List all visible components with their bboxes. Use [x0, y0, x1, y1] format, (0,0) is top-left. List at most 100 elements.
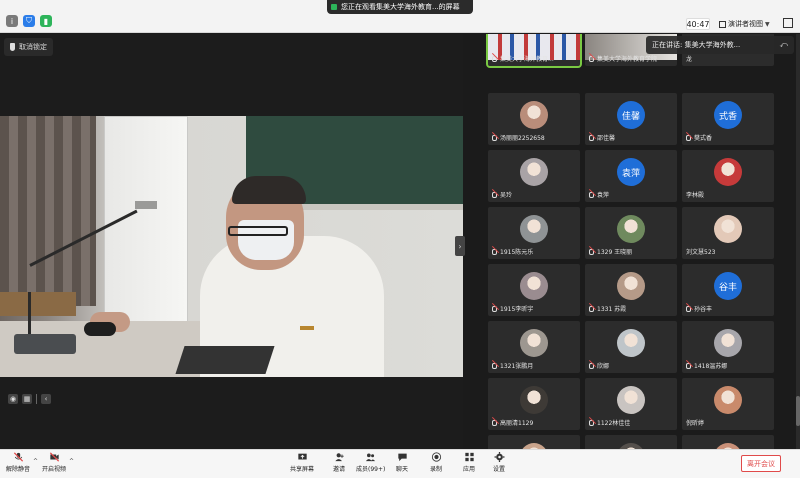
speaking-indicator: 正在讲话: 集美大学海外教... ⤺	[646, 36, 794, 54]
participant-tile[interactable]: 1329 王晓丽	[585, 207, 677, 259]
unmute-button[interactable]: 解除静音	[6, 452, 30, 478]
participant-tile[interactable]	[682, 435, 774, 449]
mic-muted-icon	[589, 362, 594, 369]
ac-panel	[135, 201, 157, 209]
avatar: 袁萍	[617, 158, 645, 186]
participant-name: 高丽清1129	[500, 420, 534, 427]
camera-off-icon	[49, 452, 59, 462]
participant-name: 刘文慧523	[686, 249, 716, 256]
leave-meeting-button[interactable]: 离开会议	[741, 455, 781, 472]
participant-name-row: 樊式香	[686, 133, 712, 142]
video-options-chevron-icon[interactable]: ^	[69, 458, 74, 465]
participant-name: 1915陈元乐	[500, 249, 534, 256]
status-icons: i ⛉ ▮	[6, 15, 52, 27]
participant-tile[interactable]: 刘文慧523	[682, 207, 774, 259]
participant-tile[interactable]: 1321张鹏月	[488, 321, 580, 373]
scrollbar-thumb[interactable]	[796, 396, 800, 426]
view-label: 演讲者视图	[728, 20, 763, 28]
maximize-icon[interactable]	[783, 18, 793, 28]
screen-share-banner[interactable]: 您正在观看集美大学海外教育...的屏幕	[327, 0, 473, 14]
members-label: 成员(99+)	[356, 466, 386, 473]
avatar	[617, 329, 645, 357]
participant-name: 1321张鹏月	[500, 363, 534, 370]
participant-tile[interactable]: 佳馨 邵佳馨	[585, 93, 677, 145]
participant-name: 孙谷丰	[694, 306, 713, 313]
record-button[interactable]: 录制	[430, 452, 442, 478]
mic-muted-icon	[492, 305, 497, 312]
apps-button[interactable]: 应用	[463, 452, 475, 478]
avatar	[520, 386, 548, 414]
participant-name-row: 高丽清1129	[492, 418, 533, 427]
record-icon	[431, 452, 441, 462]
collapse-gallery-button[interactable]: ›	[455, 236, 465, 256]
participant-name: 集美大学海外教育...	[500, 56, 554, 63]
participant-tile[interactable]: 1915李昕宇	[488, 264, 580, 316]
participant-tile[interactable]: 1122林佳佳	[585, 378, 677, 430]
participant-tile[interactable]: 1915陈元乐	[488, 207, 580, 259]
shield-icon[interactable]: ⛉	[23, 15, 35, 27]
layout-icon[interactable]: ▦	[22, 394, 32, 404]
participant-tile[interactable]: 李林殿	[682, 150, 774, 202]
unpin-button[interactable]: 取消锁定	[4, 38, 53, 56]
signal-icon[interactable]: ▮	[40, 15, 52, 27]
participant-tile[interactable]: 式香 樊式香	[682, 93, 774, 145]
avatar	[617, 272, 645, 300]
audio-options-chevron-icon[interactable]: ^	[33, 458, 38, 465]
participant-name-row: 欣娜	[589, 361, 609, 370]
participant-name-row: 邵佳馨	[589, 133, 615, 142]
headset-icon[interactable]: ◉	[8, 394, 18, 404]
participant-tile[interactable]: 汤丽丽2252658	[488, 93, 580, 145]
mouse	[84, 322, 116, 336]
participant-tile[interactable]: 1418温苏娜	[682, 321, 774, 373]
mic-muted-icon	[589, 305, 594, 312]
participant-name: 1329 王晓丽	[597, 249, 633, 256]
participant-name-row: 吴玲	[492, 190, 512, 199]
invite-button[interactable]: 邀请	[333, 452, 345, 478]
participant-tile[interactable]: 倪昕婷	[682, 378, 774, 430]
participant-name-row: 1122林佳佳	[589, 418, 630, 427]
mic-base	[14, 334, 76, 354]
mic-muted-icon	[492, 191, 497, 198]
mic-muted-icon	[13, 452, 23, 462]
curtain	[0, 116, 96, 306]
participant-name: 倪昕婷	[686, 420, 705, 427]
participant-tile[interactable]	[488, 435, 580, 449]
participant-name: 欣娜	[597, 363, 610, 370]
participant-gallery: 集美大学海外教育... 集美大学海外教育学院 龙汤丽丽2252658 佳馨 邵佳馨 式香樊…	[484, 34, 794, 449]
settings-button[interactable]: 设置	[493, 452, 505, 478]
mic-stem	[28, 292, 31, 336]
members-button[interactable]: 成员(99+)	[356, 452, 385, 478]
participant-name-row: 孙谷丰	[686, 304, 712, 313]
shared-video-image	[0, 116, 463, 377]
participant-tile[interactable]: 袁萍 袁萍	[585, 150, 677, 202]
participant-tile[interactable]: 高丽清1129	[488, 378, 580, 430]
avatar	[714, 329, 742, 357]
participant-name-row: 龙	[686, 54, 692, 63]
chat-button[interactable]: 聊天	[396, 452, 408, 478]
gallery-scrollbar[interactable]	[796, 34, 800, 449]
floating-controls: ◉ ▦ ‹	[8, 392, 51, 406]
participant-tile[interactable]: 集美大学海外教育...	[486, 34, 582, 68]
participant-name: 集美大学海外教育学院	[597, 56, 658, 63]
avatar	[617, 386, 645, 414]
participant-name-row: 李林殿	[686, 190, 704, 199]
keyboard	[175, 346, 275, 374]
participant-tile[interactable]: 吴玲	[488, 150, 580, 202]
participant-tile[interactable]: 1331 苏霞	[585, 264, 677, 316]
invite-icon	[334, 453, 344, 462]
participant-tile[interactable]: 谷丰 孙谷丰	[682, 264, 774, 316]
participant-name-row: 1915李昕宇	[492, 304, 533, 313]
avatar	[714, 158, 742, 186]
mic-muted-icon	[589, 419, 594, 426]
chevron-left-icon[interactable]: ‹	[41, 394, 51, 404]
return-icon[interactable]: ⤺	[779, 40, 788, 50]
participant-name: 1915李昕宇	[500, 306, 534, 313]
participant-tile[interactable]: 欣娜	[585, 321, 677, 373]
divider	[36, 394, 37, 404]
start-video-button[interactable]: 开启视频	[42, 452, 66, 478]
grid-icon	[719, 20, 726, 28]
view-switcher[interactable]: 演讲者视图 ▼	[719, 18, 770, 30]
participant-tile[interactable]	[585, 435, 677, 449]
share-screen-button[interactable]: 共享屏幕	[290, 452, 314, 478]
info-icon[interactable]: i	[6, 15, 18, 27]
